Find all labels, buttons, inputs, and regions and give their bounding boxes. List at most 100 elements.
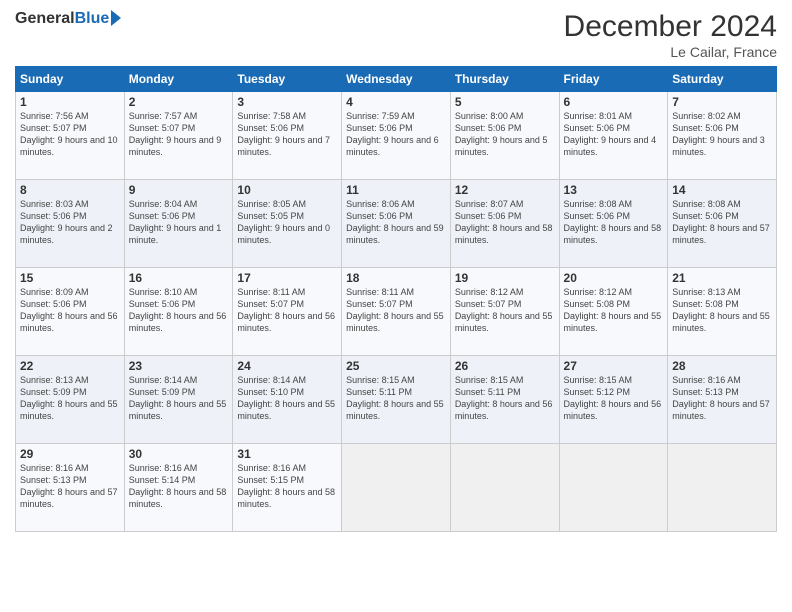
title-block: December 2024 Le Cailar, France (564, 10, 777, 60)
cell-details: Sunrise: 8:12 AMSunset: 5:08 PMDaylight:… (564, 286, 664, 335)
logo-arrow-icon (111, 10, 121, 26)
day-number: 22 (20, 359, 120, 373)
calendar-cell: 12Sunrise: 8:07 AMSunset: 5:06 PMDayligh… (450, 180, 559, 268)
header-row: SundayMondayTuesdayWednesdayThursdayFrid… (16, 67, 777, 92)
cell-details: Sunrise: 8:07 AMSunset: 5:06 PMDaylight:… (455, 198, 555, 247)
calendar-week-3: 15Sunrise: 8:09 AMSunset: 5:06 PMDayligh… (16, 268, 777, 356)
cell-details: Sunrise: 8:12 AMSunset: 5:07 PMDaylight:… (455, 286, 555, 335)
day-number: 27 (564, 359, 664, 373)
day-number: 12 (455, 183, 555, 197)
day-header-saturday: Saturday (668, 67, 777, 92)
day-number: 28 (672, 359, 772, 373)
calendar-cell (450, 444, 559, 532)
calendar-cell: 15Sunrise: 8:09 AMSunset: 5:06 PMDayligh… (16, 268, 125, 356)
calendar-week-1: 1Sunrise: 7:56 AMSunset: 5:07 PMDaylight… (16, 92, 777, 180)
cell-details: Sunrise: 7:59 AMSunset: 5:06 PMDaylight:… (346, 110, 446, 159)
cell-details: Sunrise: 8:16 AMSunset: 5:13 PMDaylight:… (20, 462, 120, 511)
cell-details: Sunrise: 7:56 AMSunset: 5:07 PMDaylight:… (20, 110, 120, 159)
day-header-sunday: Sunday (16, 67, 125, 92)
calendar-week-4: 22Sunrise: 8:13 AMSunset: 5:09 PMDayligh… (16, 356, 777, 444)
cell-details: Sunrise: 8:15 AMSunset: 5:12 PMDaylight:… (564, 374, 664, 423)
logo: GeneralBlue (15, 10, 121, 28)
cell-details: Sunrise: 8:04 AMSunset: 5:06 PMDaylight:… (129, 198, 229, 247)
cell-details: Sunrise: 8:05 AMSunset: 5:05 PMDaylight:… (237, 198, 337, 247)
calendar-cell: 31Sunrise: 8:16 AMSunset: 5:15 PMDayligh… (233, 444, 342, 532)
cell-details: Sunrise: 8:16 AMSunset: 5:14 PMDaylight:… (129, 462, 229, 511)
day-number: 2 (129, 95, 229, 109)
day-number: 26 (455, 359, 555, 373)
day-number: 24 (237, 359, 337, 373)
calendar-cell: 23Sunrise: 8:14 AMSunset: 5:09 PMDayligh… (124, 356, 233, 444)
calendar-cell: 10Sunrise: 8:05 AMSunset: 5:05 PMDayligh… (233, 180, 342, 268)
calendar-cell: 24Sunrise: 8:14 AMSunset: 5:10 PMDayligh… (233, 356, 342, 444)
main-title: December 2024 (564, 10, 777, 44)
day-number: 23 (129, 359, 229, 373)
day-number: 15 (20, 271, 120, 285)
day-number: 19 (455, 271, 555, 285)
day-number: 1 (20, 95, 120, 109)
calendar-table: SundayMondayTuesdayWednesdayThursdayFrid… (15, 66, 777, 532)
calendar-cell: 27Sunrise: 8:15 AMSunset: 5:12 PMDayligh… (559, 356, 668, 444)
cell-details: Sunrise: 8:14 AMSunset: 5:10 PMDaylight:… (237, 374, 337, 423)
day-number: 8 (20, 183, 120, 197)
subtitle: Le Cailar, France (564, 44, 777, 60)
calendar-cell: 18Sunrise: 8:11 AMSunset: 5:07 PMDayligh… (342, 268, 451, 356)
cell-details: Sunrise: 8:16 AMSunset: 5:15 PMDaylight:… (237, 462, 337, 511)
calendar-cell: 29Sunrise: 8:16 AMSunset: 5:13 PMDayligh… (16, 444, 125, 532)
day-header-tuesday: Tuesday (233, 67, 342, 92)
calendar-cell: 8Sunrise: 8:03 AMSunset: 5:06 PMDaylight… (16, 180, 125, 268)
day-number: 6 (564, 95, 664, 109)
calendar-body: 1Sunrise: 7:56 AMSunset: 5:07 PMDaylight… (16, 92, 777, 532)
day-number: 11 (346, 183, 446, 197)
calendar-cell: 7Sunrise: 8:02 AMSunset: 5:06 PMDaylight… (668, 92, 777, 180)
day-number: 4 (346, 95, 446, 109)
cell-details: Sunrise: 7:58 AMSunset: 5:06 PMDaylight:… (237, 110, 337, 159)
logo-blue: Blue (75, 10, 110, 28)
cell-details: Sunrise: 8:10 AMSunset: 5:06 PMDaylight:… (129, 286, 229, 335)
logo-general: General (15, 10, 75, 28)
calendar-cell: 20Sunrise: 8:12 AMSunset: 5:08 PMDayligh… (559, 268, 668, 356)
calendar-header: SundayMondayTuesdayWednesdayThursdayFrid… (16, 67, 777, 92)
day-number: 5 (455, 95, 555, 109)
day-number: 25 (346, 359, 446, 373)
cell-details: Sunrise: 8:01 AMSunset: 5:06 PMDaylight:… (564, 110, 664, 159)
calendar-week-2: 8Sunrise: 8:03 AMSunset: 5:06 PMDaylight… (16, 180, 777, 268)
cell-details: Sunrise: 8:13 AMSunset: 5:08 PMDaylight:… (672, 286, 772, 335)
calendar-cell: 25Sunrise: 8:15 AMSunset: 5:11 PMDayligh… (342, 356, 451, 444)
calendar-cell: 19Sunrise: 8:12 AMSunset: 5:07 PMDayligh… (450, 268, 559, 356)
calendar-cell (342, 444, 451, 532)
cell-details: Sunrise: 8:08 AMSunset: 5:06 PMDaylight:… (672, 198, 772, 247)
calendar-cell: 9Sunrise: 8:04 AMSunset: 5:06 PMDaylight… (124, 180, 233, 268)
day-number: 20 (564, 271, 664, 285)
calendar-cell (559, 444, 668, 532)
cell-details: Sunrise: 8:11 AMSunset: 5:07 PMDaylight:… (346, 286, 446, 335)
day-number: 3 (237, 95, 337, 109)
cell-details: Sunrise: 8:15 AMSunset: 5:11 PMDaylight:… (455, 374, 555, 423)
calendar-cell: 14Sunrise: 8:08 AMSunset: 5:06 PMDayligh… (668, 180, 777, 268)
day-number: 14 (672, 183, 772, 197)
day-header-monday: Monday (124, 67, 233, 92)
header: GeneralBlue December 2024 Le Cailar, Fra… (15, 10, 777, 60)
calendar-cell: 28Sunrise: 8:16 AMSunset: 5:13 PMDayligh… (668, 356, 777, 444)
calendar-cell: 11Sunrise: 8:06 AMSunset: 5:06 PMDayligh… (342, 180, 451, 268)
cell-details: Sunrise: 8:14 AMSunset: 5:09 PMDaylight:… (129, 374, 229, 423)
calendar-cell (668, 444, 777, 532)
cell-details: Sunrise: 8:13 AMSunset: 5:09 PMDaylight:… (20, 374, 120, 423)
logo-text: GeneralBlue (15, 10, 121, 28)
cell-details: Sunrise: 8:03 AMSunset: 5:06 PMDaylight:… (20, 198, 120, 247)
cell-details: Sunrise: 7:57 AMSunset: 5:07 PMDaylight:… (129, 110, 229, 159)
day-number: 16 (129, 271, 229, 285)
cell-details: Sunrise: 8:06 AMSunset: 5:06 PMDaylight:… (346, 198, 446, 247)
day-number: 31 (237, 447, 337, 461)
calendar-cell: 21Sunrise: 8:13 AMSunset: 5:08 PMDayligh… (668, 268, 777, 356)
day-number: 30 (129, 447, 229, 461)
day-number: 7 (672, 95, 772, 109)
day-header-wednesday: Wednesday (342, 67, 451, 92)
day-number: 9 (129, 183, 229, 197)
day-number: 21 (672, 271, 772, 285)
calendar-cell: 4Sunrise: 7:59 AMSunset: 5:06 PMDaylight… (342, 92, 451, 180)
cell-details: Sunrise: 8:11 AMSunset: 5:07 PMDaylight:… (237, 286, 337, 335)
day-number: 29 (20, 447, 120, 461)
calendar-cell: 17Sunrise: 8:11 AMSunset: 5:07 PMDayligh… (233, 268, 342, 356)
day-number: 10 (237, 183, 337, 197)
